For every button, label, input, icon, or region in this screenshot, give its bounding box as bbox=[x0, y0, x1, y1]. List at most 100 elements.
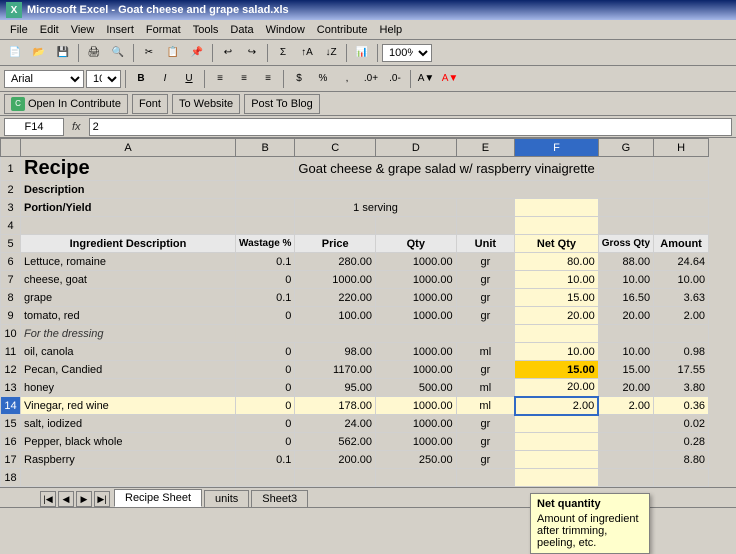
col-unit-header[interactable]: Unit bbox=[456, 235, 515, 253]
redo-btn[interactable]: ↪ bbox=[241, 42, 263, 64]
cell-amount[interactable]: 0.28 bbox=[654, 433, 709, 451]
cell-unit[interactable]: gr bbox=[456, 253, 515, 271]
cell-ingredient[interactable]: Pepper, black whole bbox=[21, 433, 236, 451]
cell-amount[interactable]: 17.55 bbox=[654, 361, 709, 379]
cell-qty[interactable]: 1000.00 bbox=[376, 433, 457, 451]
cell-A1[interactable]: Recipe bbox=[21, 157, 236, 181]
menu-data[interactable]: Data bbox=[224, 22, 259, 38]
col-grossqty-header[interactable]: Gross Qty bbox=[598, 235, 653, 253]
cell-C3[interactable]: 1 serving bbox=[295, 199, 456, 217]
cell-grossqty[interactable]: 20.00 bbox=[598, 307, 653, 325]
cell-ingredient[interactable]: Lettuce, romaine bbox=[21, 253, 236, 271]
menu-edit[interactable]: Edit bbox=[34, 22, 65, 38]
cell-wastage[interactable]: 0.1 bbox=[236, 289, 295, 307]
cell-E3[interactable] bbox=[456, 199, 515, 217]
cell-H4[interactable] bbox=[654, 217, 709, 235]
cell-qty[interactable]: 1000.00 bbox=[376, 253, 457, 271]
cell-amount[interactable]: 3.80 bbox=[654, 379, 709, 397]
col-header-E[interactable]: E bbox=[456, 139, 515, 157]
cell-ingredient[interactable]: Vinegar, red wine bbox=[21, 397, 236, 415]
cell-C18[interactable] bbox=[295, 469, 376, 487]
cell-netqty[interactable]: 15.00 bbox=[515, 361, 599, 379]
col-header-C[interactable]: C bbox=[295, 139, 376, 157]
cell-price[interactable]: 178.00 bbox=[295, 397, 376, 415]
cell-B18[interactable] bbox=[236, 469, 295, 487]
cell-B1[interactable] bbox=[236, 157, 295, 181]
cell-G10[interactable] bbox=[598, 325, 653, 343]
cell-B3[interactable] bbox=[236, 199, 295, 217]
cell-qty[interactable]: 1000.00 bbox=[376, 343, 457, 361]
cell-unit[interactable]: gr bbox=[456, 307, 515, 325]
cell-amount[interactable]: 0.02 bbox=[654, 415, 709, 433]
underline-btn[interactable]: U bbox=[178, 68, 200, 90]
cell-ingredient[interactable]: grape bbox=[21, 289, 236, 307]
cell-amount[interactable]: 2.00 bbox=[654, 307, 709, 325]
col-header-B[interactable]: B bbox=[236, 139, 295, 157]
col-wastage-header[interactable]: Wastage % bbox=[236, 235, 295, 253]
cell-E4[interactable] bbox=[456, 217, 515, 235]
cell-F4[interactable] bbox=[515, 217, 599, 235]
cell-price[interactable]: 100.00 bbox=[295, 307, 376, 325]
tab-last-btn[interactable]: ▶| bbox=[94, 491, 110, 507]
cell-price[interactable]: 98.00 bbox=[295, 343, 376, 361]
col-header-A[interactable]: A bbox=[21, 139, 236, 157]
cell-unit[interactable]: gr bbox=[456, 415, 515, 433]
menu-window[interactable]: Window bbox=[260, 22, 311, 38]
cell-price[interactable]: 200.00 bbox=[295, 451, 376, 469]
cell-F3[interactable] bbox=[515, 199, 599, 217]
cell-wastage[interactable]: 0 bbox=[236, 361, 295, 379]
cell-unit[interactable]: gr bbox=[456, 433, 515, 451]
cell-wastage[interactable]: 0 bbox=[236, 343, 295, 361]
cell-E18[interactable] bbox=[456, 469, 515, 487]
menu-insert[interactable]: Insert bbox=[100, 22, 140, 38]
cell-unit[interactable]: gr bbox=[456, 271, 515, 289]
cell-amount[interactable]: 3.63 bbox=[654, 289, 709, 307]
align-center-btn[interactable]: ≡ bbox=[233, 68, 255, 90]
cell-qty[interactable]: 250.00 bbox=[376, 451, 457, 469]
cell-unit[interactable]: gr bbox=[456, 451, 515, 469]
align-left-btn[interactable]: ≡ bbox=[209, 68, 231, 90]
cell-unit[interactable]: gr bbox=[456, 361, 515, 379]
cell-wastage[interactable]: 0 bbox=[236, 271, 295, 289]
cell-price[interactable]: 1170.00 bbox=[295, 361, 376, 379]
cell-H1[interactable] bbox=[654, 157, 709, 181]
cell-netqty[interactable]: 80.00 bbox=[515, 253, 599, 271]
cell-H18[interactable] bbox=[654, 469, 709, 487]
cell-netqty[interactable] bbox=[515, 433, 599, 451]
tab-recipe-sheet[interactable]: Recipe Sheet bbox=[114, 489, 202, 507]
cell-B2[interactable] bbox=[236, 181, 709, 199]
col-header-H[interactable]: H bbox=[654, 139, 709, 157]
col-ingredient-header[interactable]: Ingredient Description bbox=[21, 235, 236, 253]
cell-amount[interactable]: 0.36 bbox=[654, 397, 709, 415]
sum-btn[interactable]: Σ bbox=[272, 42, 294, 64]
new-btn[interactable]: 📄 bbox=[4, 42, 26, 64]
cell-grossqty[interactable]: 20.00 bbox=[598, 379, 653, 397]
tab-first-btn[interactable]: |◀ bbox=[40, 491, 56, 507]
italic-btn[interactable]: I bbox=[154, 68, 176, 90]
cell-netqty[interactable]: 20.00 bbox=[515, 307, 599, 325]
cell-netqty[interactable]: 20.00 bbox=[515, 379, 599, 397]
col-qty-header[interactable]: Qty bbox=[376, 235, 457, 253]
comma-btn[interactable]: , bbox=[336, 68, 358, 90]
cell-unit[interactable]: ml bbox=[456, 397, 515, 415]
cell-unit[interactable]: ml bbox=[456, 379, 515, 397]
cell-qty[interactable]: 1000.00 bbox=[376, 397, 457, 415]
percent-btn[interactable]: % bbox=[312, 68, 334, 90]
tab-sheet3[interactable]: Sheet3 bbox=[251, 490, 308, 507]
cell-qty[interactable]: 1000.00 bbox=[376, 307, 457, 325]
currency-btn[interactable]: $ bbox=[288, 68, 310, 90]
cell-price[interactable]: 1000.00 bbox=[295, 271, 376, 289]
bold-btn[interactable]: B bbox=[130, 68, 152, 90]
cell-grossqty[interactable] bbox=[598, 433, 653, 451]
cell-C4[interactable] bbox=[295, 217, 376, 235]
cell-G1[interactable] bbox=[598, 157, 653, 181]
cell-netqty[interactable]: 10.00 bbox=[515, 271, 599, 289]
cell-D4[interactable] bbox=[376, 217, 457, 235]
undo-btn[interactable]: ↩ bbox=[217, 42, 239, 64]
cell-price[interactable]: 220.00 bbox=[295, 289, 376, 307]
cell-C1[interactable]: Goat cheese & grape salad w/ raspberry v… bbox=[295, 157, 598, 181]
font-color-btn[interactable]: A▼ bbox=[439, 68, 461, 90]
font-size-select[interactable]: 10 bbox=[86, 70, 121, 88]
cell-price[interactable]: 562.00 bbox=[295, 433, 376, 451]
cell-G4[interactable] bbox=[598, 217, 653, 235]
